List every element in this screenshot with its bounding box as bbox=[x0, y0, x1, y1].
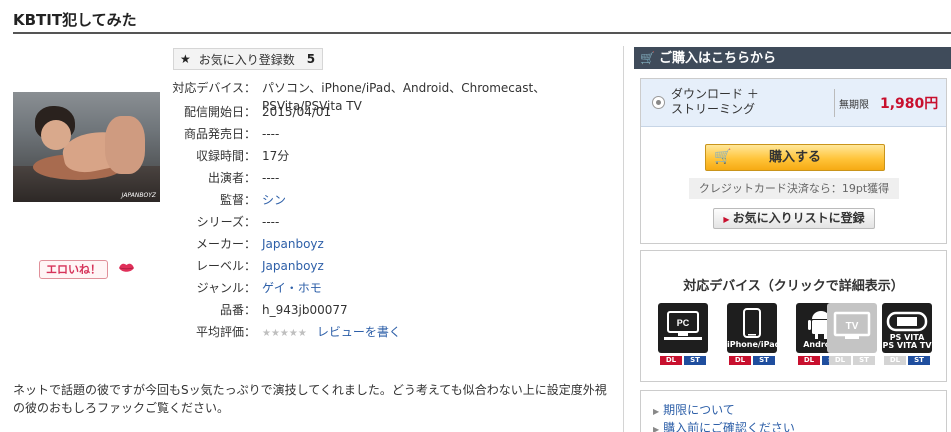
info-links-box: ▶ 期限について ▶ 購入前にご確認ください bbox=[640, 390, 947, 432]
tv-icon: TV bbox=[833, 311, 871, 339]
info-label: シリーズ： bbox=[196, 215, 256, 229]
device-box-title: 対応デバイス（クリックで詳細表示） bbox=[683, 279, 904, 294]
info-value-link[interactable]: ゲイ・ホモ bbox=[262, 279, 614, 297]
device-label: PC bbox=[677, 318, 690, 328]
purchase-box: ダウンロード ＋ ストリーミング 無期限 1,980円 🛒 購入する クレジット… bbox=[640, 78, 947, 244]
purchase-option-label: ダウンロード ＋ ストリーミング bbox=[671, 87, 759, 116]
option-separator bbox=[834, 89, 835, 117]
info-row: シリーズ： ---- bbox=[160, 213, 620, 231]
info-row: 出演者： ---- bbox=[160, 169, 620, 187]
purchase-option-period: 無期限 bbox=[839, 100, 869, 111]
purchase-header: 🛒 ご購入はこちらから bbox=[634, 47, 951, 69]
info-label: メーカー： bbox=[195, 237, 256, 251]
info-value-link[interactable]: Japanboyz bbox=[262, 257, 614, 275]
info-label: 配信開始日： bbox=[183, 105, 256, 119]
link-before-purchase-label: 購入前にご確認ください bbox=[663, 421, 795, 432]
device-tv[interactable]: TV bbox=[827, 303, 877, 353]
info-value: ★★★★★ レビューを書く bbox=[262, 323, 614, 343]
arrow-right-icon: ▶ bbox=[723, 215, 730, 224]
info-label: 監督： bbox=[219, 193, 256, 207]
buy-button[interactable]: 🛒 購入する bbox=[705, 144, 885, 171]
info-row: 収録時間： 17分 bbox=[160, 147, 620, 165]
purchase-header-label: ご購入はこちらから bbox=[658, 51, 776, 66]
triangle-right-icon: ▶ bbox=[653, 407, 660, 416]
device-sub-label: iPhone/iPad bbox=[727, 340, 781, 349]
favorite-count-value: 5 bbox=[306, 52, 316, 66]
download-tag: DL bbox=[829, 356, 851, 365]
link-expiry-info[interactable]: ▶ 期限について bbox=[653, 401, 735, 418]
info-label: 商品発売日： bbox=[183, 127, 256, 141]
download-tag: DL bbox=[884, 356, 906, 365]
info-value: ---- bbox=[262, 215, 280, 229]
device-ps-vita[interactable]: PS VITA PS VITA TV bbox=[882, 303, 932, 353]
triangle-right-icon: ▶ bbox=[653, 425, 660, 432]
info-label: 対応デバイス： bbox=[172, 81, 256, 95]
pc-icon: PC bbox=[664, 311, 702, 340]
download-tag: DL bbox=[798, 356, 820, 365]
cart-icon: 🛒 bbox=[714, 149, 732, 165]
info-label: 出演者： bbox=[207, 171, 256, 185]
info-row: メーカー： Japanboyz bbox=[160, 235, 620, 253]
thumbnail-watermark: JAPANBOYZ bbox=[121, 192, 156, 199]
info-label: レーベル： bbox=[195, 259, 256, 273]
streaming-tag: ST bbox=[753, 356, 775, 365]
erotic-like-button[interactable]: エロいね！ bbox=[39, 260, 108, 279]
star-icon: ★ bbox=[180, 52, 191, 66]
info-value: 2015/04/01 bbox=[262, 105, 332, 119]
device-sub-label: PS VITA PS VITA TV bbox=[882, 333, 932, 350]
device-format-tags: DLST bbox=[658, 356, 708, 365]
info-row: 監督： シン bbox=[160, 191, 620, 209]
info-label: 品番： bbox=[219, 303, 256, 317]
info-value: 17分 bbox=[262, 149, 290, 163]
rating-stars: ★★★★★ bbox=[262, 328, 307, 339]
add-to-favorites-button[interactable]: ▶ お気に入りリストに登録 bbox=[713, 208, 875, 229]
info-value-link[interactable]: Japanboyz bbox=[262, 235, 614, 253]
info-value-link[interactable]: シン bbox=[262, 191, 614, 209]
info-label: 平均評価： bbox=[195, 325, 256, 339]
info-value: ---- bbox=[262, 127, 280, 141]
favorite-count-badge: ★ お気に入り登録数 5 bbox=[173, 48, 324, 70]
device-iphone-ipad[interactable]: iPhone/iPad bbox=[727, 303, 781, 353]
info-row: 平均評価： ★★★★★ レビューを書く bbox=[160, 323, 620, 341]
info-value: h_943jb00077 bbox=[262, 303, 348, 317]
product-description: ネットで話題の彼ですが今回もSッ気たっぷりで演技してくれました。どう考えても似合… bbox=[13, 383, 607, 415]
device-label: TV bbox=[846, 321, 859, 332]
device-format-tags: DLST bbox=[727, 356, 777, 365]
lips-icon[interactable] bbox=[118, 262, 135, 274]
device-format-tags: DLST bbox=[882, 356, 932, 365]
cart-icon: 🛒 bbox=[640, 51, 655, 65]
link-expiry-label: 期限について bbox=[663, 403, 735, 417]
info-value: ---- bbox=[262, 171, 280, 185]
device-pc[interactable]: PC bbox=[658, 303, 708, 353]
add-to-favorites-label: お気に入りリストに登録 bbox=[732, 211, 865, 225]
info-row: 品番： h_943jb00077 bbox=[160, 301, 620, 319]
column-divider bbox=[623, 46, 624, 432]
streaming-tag: ST bbox=[853, 356, 875, 365]
favorite-count-label: お気に入り登録数 bbox=[198, 52, 295, 67]
info-row: ジャンル： ゲイ・ホモ bbox=[160, 279, 620, 297]
page-title: KBTIT犯してみた bbox=[13, 11, 137, 29]
product-thumbnail[interactable]: JAPANBOYZ bbox=[13, 92, 160, 202]
credit-card-points-note: クレジットカード決済なら：19pt獲得 bbox=[689, 178, 899, 199]
purchase-option-radio[interactable] bbox=[652, 96, 665, 109]
streaming-tag: ST bbox=[908, 356, 930, 365]
download-tag: DL bbox=[729, 356, 751, 365]
download-tag: DL bbox=[660, 356, 682, 365]
write-review-link[interactable]: レビューを書く bbox=[317, 325, 401, 339]
buy-button-label: 購入する bbox=[768, 150, 821, 165]
link-before-purchase[interactable]: ▶ 購入前にご確認ください bbox=[653, 419, 795, 432]
info-label: ジャンル： bbox=[196, 281, 256, 295]
purchase-option-row[interactable]: ダウンロード ＋ ストリーミング 無期限 1,980円 bbox=[641, 79, 946, 127]
info-label: 収録時間： bbox=[195, 149, 256, 163]
info-row: 商品発売日： ---- bbox=[160, 125, 620, 143]
streaming-tag: ST bbox=[684, 356, 706, 365]
title-divider bbox=[13, 32, 951, 34]
info-row: レーベル： Japanboyz bbox=[160, 257, 620, 275]
purchase-option-price: 1,980円 bbox=[880, 96, 939, 112]
device-format-tags: DLST bbox=[827, 356, 877, 365]
device-box: 対応デバイス（クリックで詳細表示） PC DL ST iPhone/iPad DL ST A… bbox=[640, 250, 947, 382]
info-row: 配信開始日： 2015/04/01 bbox=[160, 103, 620, 121]
